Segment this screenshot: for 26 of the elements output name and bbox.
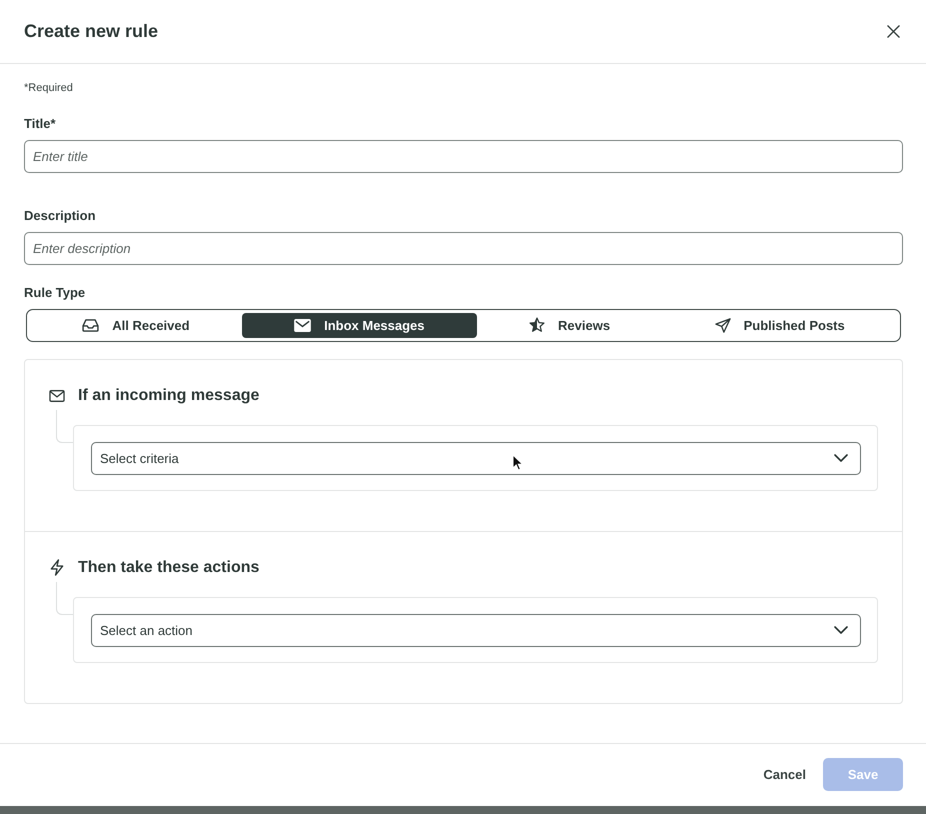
required-note: *Required [24,80,73,95]
rule-type-tab[interactable]: Published Posts [662,312,898,338]
envelope-icon [294,318,312,332]
rule-type-tab[interactable]: Inbox Messages [242,312,477,338]
dialog-title: Create new rule [24,20,158,42]
field-label: Description [24,208,96,224]
action-select[interactable]: Select an action [91,614,861,647]
chevron-down-icon [834,626,848,634]
paper-plane-icon [714,318,731,333]
envelope-icon [49,390,65,402]
rule-type-tab[interactable]: All Received [30,312,242,338]
description-input[interactable]: Enter description [24,232,903,265]
cancel-button[interactable]: Cancel [763,758,806,792]
mouse-pointer-icon [512,454,524,471]
tray-icon [82,318,100,332]
field-label: Title* [24,116,56,132]
field-label: Rule Type [24,284,86,301]
close-icon [886,24,900,38]
star-icon [529,317,546,334]
section-heading: If an incoming message [78,386,260,405]
title-input[interactable]: Enter title [24,140,903,173]
rule-type-tab[interactable]: Reviews [476,312,662,338]
lightning-icon [50,559,64,576]
chevron-down-icon [834,454,848,462]
section-heading: Then take these actions [78,558,260,577]
criteria-select[interactable]: Select criteria [91,442,861,475]
